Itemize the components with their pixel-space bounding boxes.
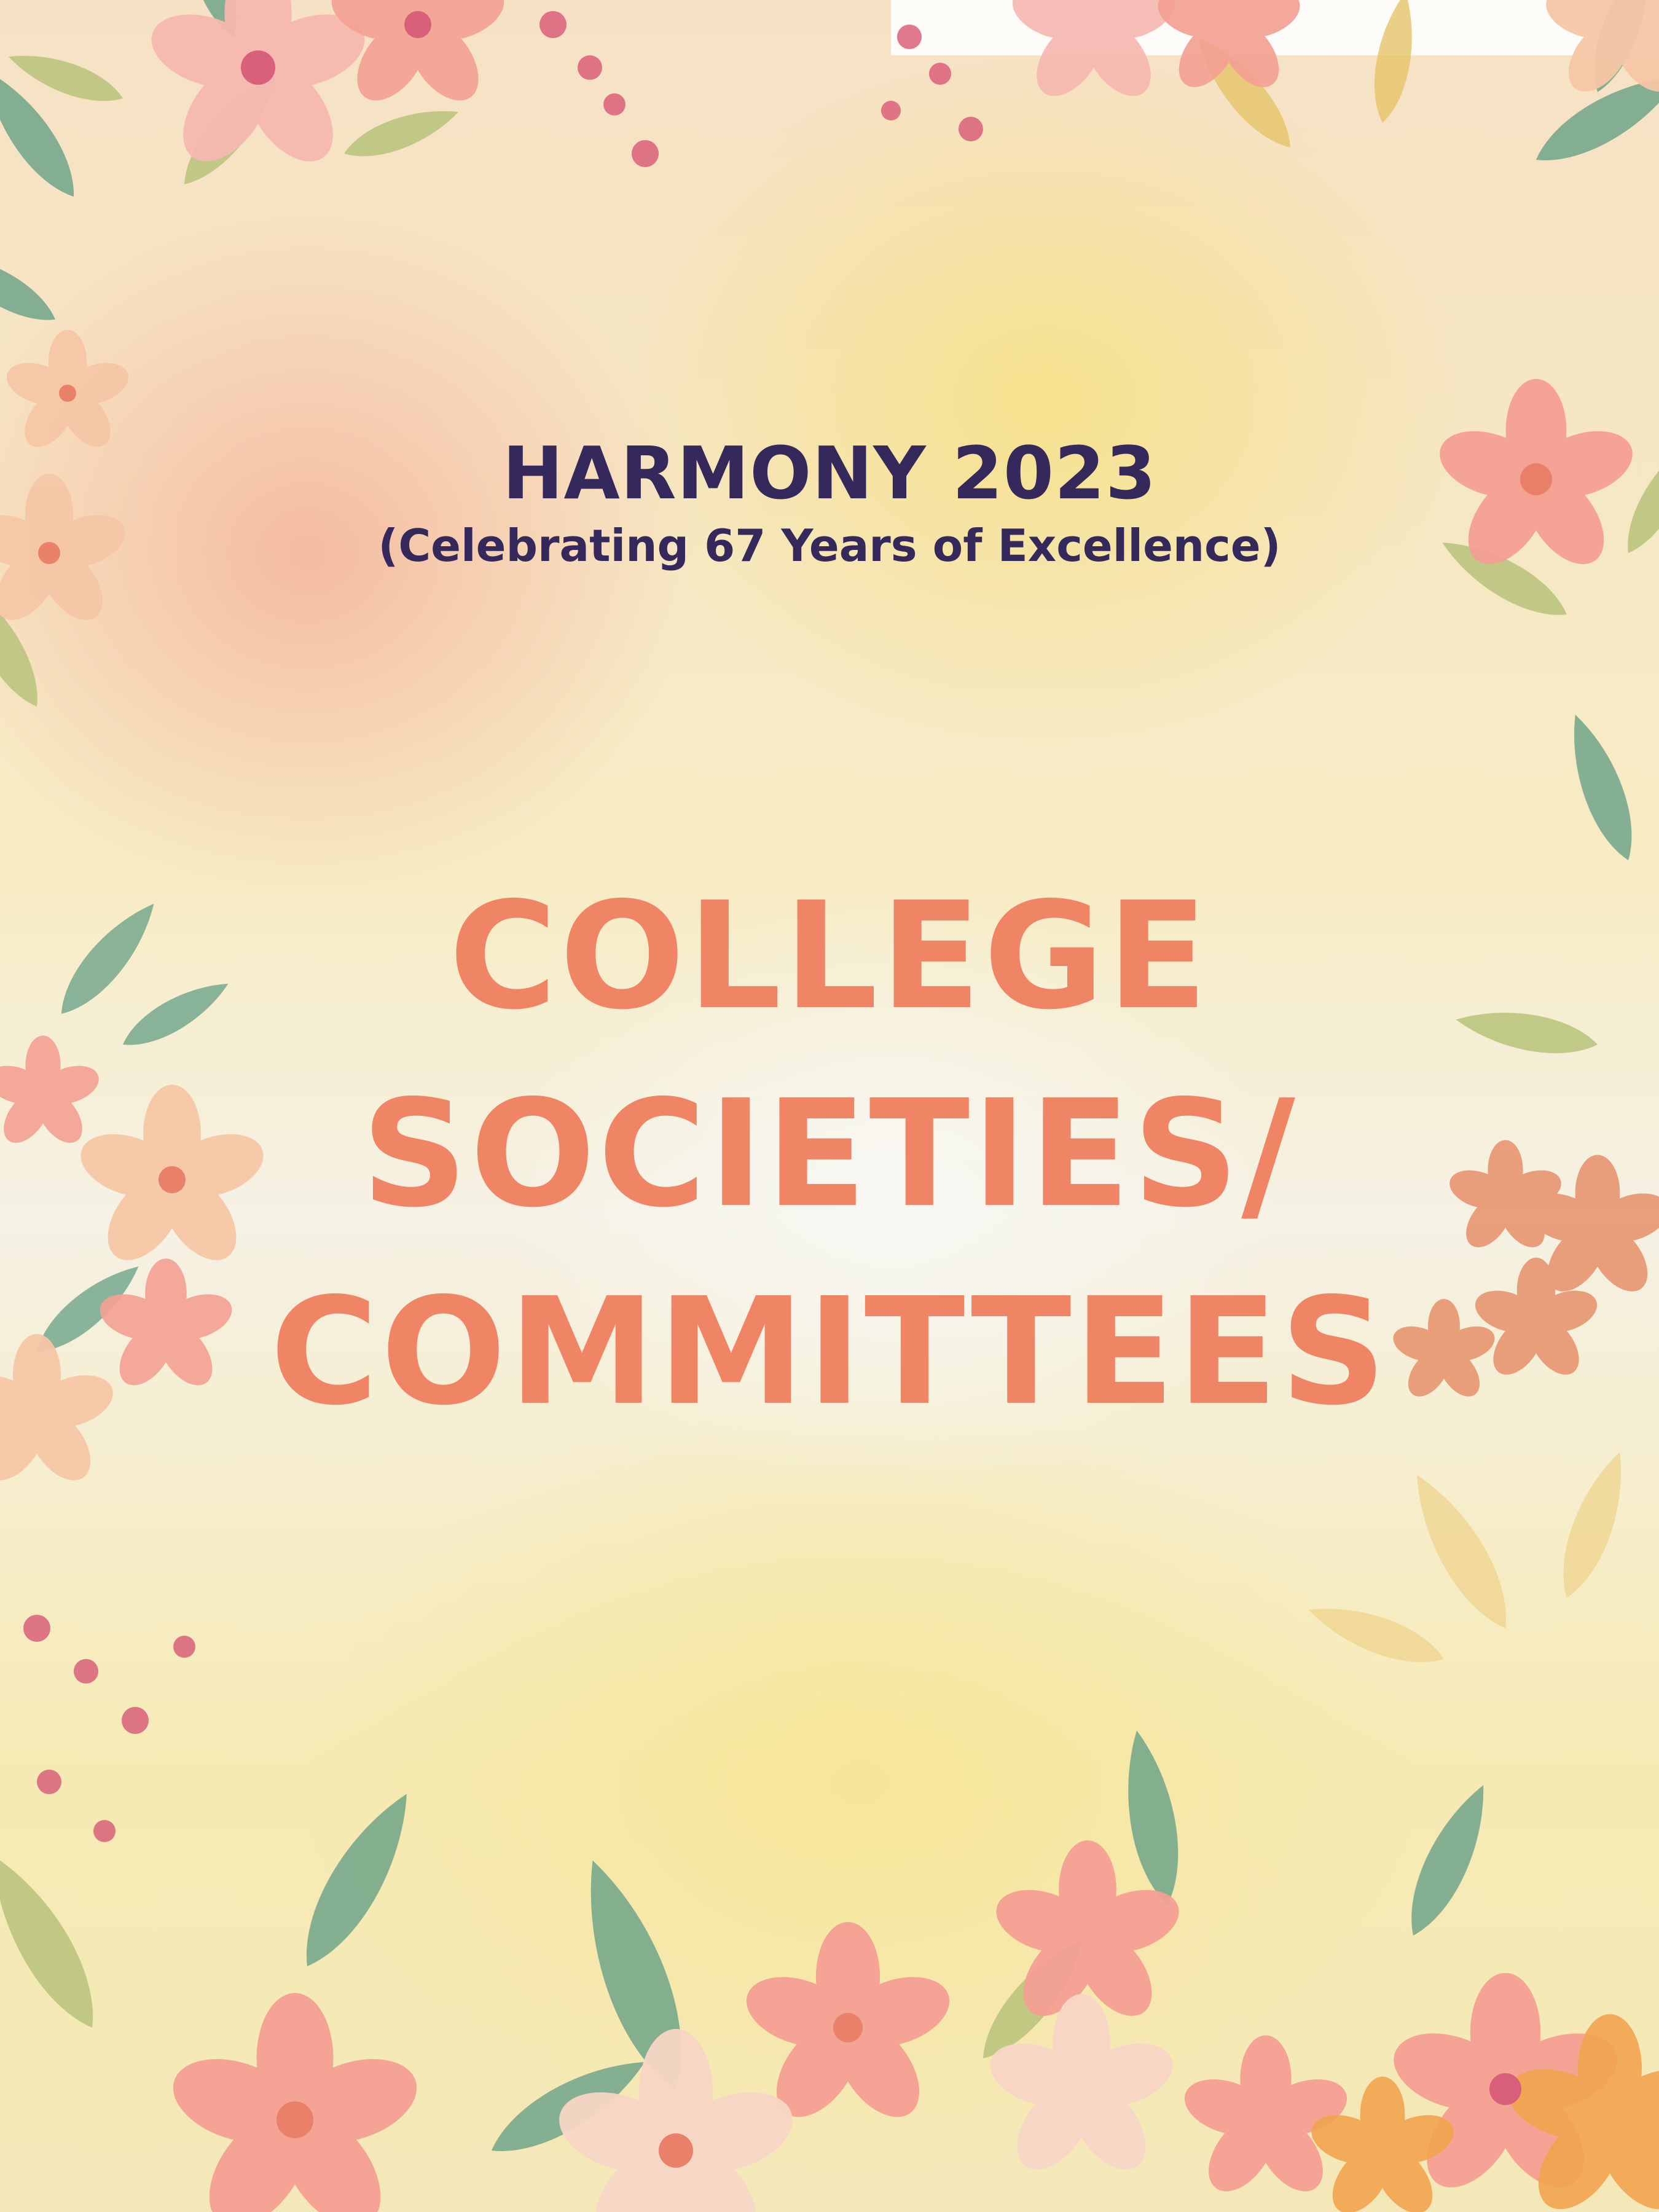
heading-line-societies: SOCIETIES/	[361, 1068, 1298, 1240]
heading-line-college: COLLEGE	[449, 870, 1210, 1042]
section-heading: COLLEGE SOCIETIES/ COMMITTEES	[0, 857, 1659, 1451]
berry-branch-icon	[539, 11, 983, 167]
event-title: HARMONY 2023	[502, 431, 1157, 516]
cover-page: HARMONY 2023 (Celebrating 67 Years of Ex…	[0, 0, 1659, 2212]
heading-line-committees: COMMITTEES	[270, 1266, 1389, 1438]
event-header: HARMONY 2023 (Celebrating 67 Years of Ex…	[0, 430, 1659, 575]
event-subtitle: (Celebrating 67 Years of Excellence)	[378, 520, 1281, 571]
